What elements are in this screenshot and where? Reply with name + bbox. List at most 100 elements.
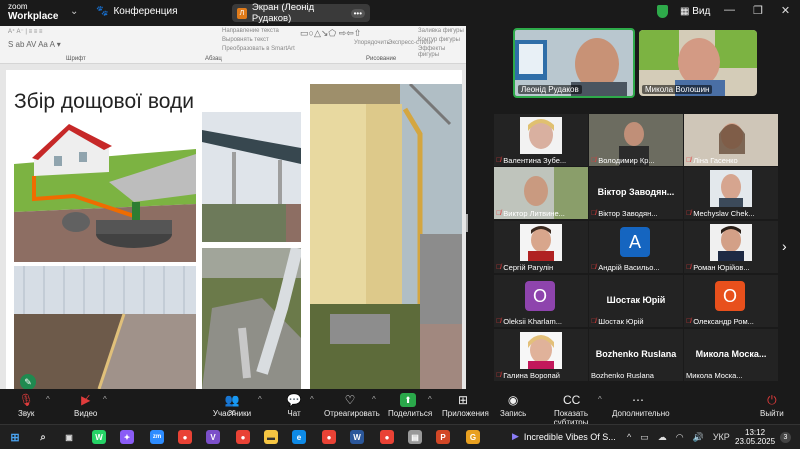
media-player-widget[interactable]: ▶ Incredible Vibes Of S... (512, 431, 616, 442)
file-explorer-icon[interactable]: ▬ (264, 430, 278, 444)
pipe-drain-photo (202, 248, 301, 389)
participant-tile[interactable]: O 🎙̸ Олександр Ром... (684, 275, 778, 327)
participant-display-name: Шостак Юрій (606, 295, 666, 305)
close-icon[interactable]: ✕ (781, 4, 790, 17)
video-label: Видео (74, 409, 98, 418)
participants-caret-icon[interactable]: ^ (258, 395, 262, 404)
captions-button[interactable]: CC Показать субтитры (540, 393, 602, 427)
participant-tile[interactable]: A 🎙̸ Андрій Васильо... (589, 221, 683, 273)
clock-time: 13:12 (745, 428, 766, 437)
participant-tile[interactable]: 🎙̸ Ліна Гасенко (684, 114, 778, 166)
user-initial-icon: Л (237, 7, 247, 19)
speaker-tile[interactable]: Микола Волошин (639, 30, 757, 96)
react-label: Отреагировать (324, 409, 380, 418)
wifi-icon[interactable]: ◠ (676, 432, 684, 443)
onedrive-icon[interactable]: ☁ (658, 432, 667, 443)
chrome-profile-icon[interactable]: ● (236, 430, 250, 444)
zoom-title-bar: zoom Workplace ⌄ 🐾 Конференция Л Экран (… (0, 0, 800, 26)
audio-options-caret-icon[interactable]: ^ (46, 395, 50, 404)
mic-muted-icon: 🎙̸ (686, 210, 692, 217)
restore-icon[interactable]: ❐ (753, 4, 763, 17)
tray-app-icon[interactable]: ▭ (640, 432, 649, 443)
view-menu[interactable]: ▦ Вид (680, 6, 710, 17)
ribbon-item-shape-fill[interactable]: Заливка фигуры (418, 28, 464, 34)
paw-icon: 🐾 (96, 6, 109, 17)
share-button[interactable]: ⬆ Поделиться (388, 393, 432, 418)
volume-icon[interactable]: 🔊 (693, 432, 704, 443)
task-view-icon[interactable]: ▣ (62, 430, 76, 444)
captions-caret-icon[interactable]: ^ (598, 395, 602, 404)
participant-tile[interactable]: 🎙̸ Виктор Литвине... (494, 167, 588, 219)
app-icon[interactable]: ▤ (408, 430, 422, 444)
speaker-tile-active[interactable]: Леонід Рудаков (513, 28, 635, 98)
video-button[interactable]: ▶̸ Видео (74, 393, 97, 418)
ribbon-item-shape-effects[interactable]: Эффекты фигуры (418, 46, 466, 58)
participant-tile[interactable]: Микола Моска... Микола Моска... (684, 329, 778, 381)
tray-up-arrow-icon[interactable]: ^ (627, 432, 631, 443)
record-button[interactable]: ◉ Запись (500, 393, 526, 418)
participant-tile[interactable]: 🎙̸ Сергій Рагулін (494, 221, 588, 273)
media-icon: ▶ (512, 431, 519, 441)
ribbon-item-align-text[interactable]: Выровнять текст (222, 37, 269, 43)
react-button[interactable]: ♡ Отреагировать (324, 393, 380, 418)
participant-tile[interactable]: O 🎙̸ Oleksii Kharlam... (494, 275, 588, 327)
chrome-extra-icon[interactable]: ● (380, 430, 394, 444)
participant-tile[interactable]: 🎙̸ Валентина Зубе... (494, 114, 588, 166)
participant-avatar: O (525, 281, 555, 311)
chrome-alt-icon[interactable]: ● (322, 430, 336, 444)
ribbon-format-buttons[interactable]: S ab AV Aa A ▾ (8, 40, 61, 49)
taskbar-clock[interactable]: 13:12 23.05.2025 (735, 428, 775, 446)
zoom-icon[interactable]: zm (150, 430, 164, 444)
conference-button[interactable]: 🐾 Конференция (96, 6, 178, 17)
participant-tile[interactable]: 🎙̸ Володимир Кр... (589, 114, 683, 166)
ribbon-item-smartart[interactable]: Преобразовать в SmartArt (222, 46, 295, 52)
more-options-button[interactable]: ••• (350, 8, 365, 18)
screen-share-indicator[interactable]: Л Экран (Леонід Рудаков) ••• (232, 2, 370, 24)
encryption-shield-icon[interactable] (657, 5, 668, 18)
next-page-arrow-icon[interactable]: › (782, 238, 787, 254)
chat-caret-icon[interactable]: ^ (310, 395, 314, 404)
notification-badge[interactable]: 3 (780, 432, 791, 443)
whatsapp-icon[interactable]: W (92, 430, 106, 444)
ribbon-item-arrange[interactable]: Упорядочить (354, 40, 390, 46)
audio-label: Звук (18, 409, 35, 418)
participants-button[interactable]: 👥36 Участники (212, 393, 252, 418)
copilot-icon[interactable]: ✦ (120, 430, 134, 444)
participant-tile[interactable]: Шостак Юрій 🎙̸ Шостак Юрій (589, 275, 683, 327)
participant-display-name: Микола Моска... (695, 349, 767, 359)
participant-tile[interactable]: Віктор Заводян... 🎙̸ Віктор Заводян... (589, 167, 683, 219)
participant-tile[interactable]: 🎙̸ Галина Воропай (494, 329, 588, 381)
ribbon-font-controls[interactable]: A⁺ A⁻ | ≡ ≡ ≡ (8, 28, 42, 35)
participant-tile[interactable]: 🎙̸ Mechyslav Chek... (684, 167, 778, 219)
react-caret-icon[interactable]: ^ (372, 395, 376, 404)
word-icon[interactable]: W (350, 430, 364, 444)
panel-resize-handle[interactable] (466, 214, 468, 232)
video-options-caret-icon[interactable]: ^ (103, 395, 107, 404)
chrome-icon[interactable]: ● (178, 430, 192, 444)
more-button[interactable]: ⋯ Дополнительно (612, 393, 670, 418)
viber-icon[interactable]: V (206, 430, 220, 444)
ribbon-group-paragraph: Абзац (205, 56, 222, 62)
leave-button[interactable]: ⏻ Выйти (760, 393, 784, 418)
ribbon-shapes-gallery[interactable]: ▭○△↘⬠ ⇨⇦⇧ (300, 28, 361, 39)
minimize-icon[interactable]: — (724, 4, 735, 17)
chat-button[interactable]: 💬 Чат (286, 393, 302, 418)
chevron-down-icon[interactable]: ⌄ (70, 6, 78, 17)
annotate-pen-button[interactable]: ✎ (20, 374, 36, 389)
ribbon-group-font: Шрифт (66, 56, 86, 62)
participant-tile[interactable]: 🎙̸ Роман Юрійов... (684, 221, 778, 273)
mic-muted-icon: 🎙̸ (686, 318, 692, 325)
audio-button[interactable]: 🎙 Звук (18, 393, 34, 418)
windows-start-icon[interactable]: ⊞ (8, 430, 22, 444)
ribbon-item-text-direction[interactable]: Направление текста (222, 28, 279, 34)
app-orange-icon[interactable]: G (466, 430, 480, 444)
ribbon-item-shape-outline[interactable]: Контур фигуры (418, 37, 460, 43)
apps-button[interactable]: ⊞ Приложения (442, 393, 489, 418)
edge-icon[interactable]: e (292, 430, 306, 444)
language-indicator[interactable]: УКР (713, 432, 730, 443)
participant-name: Oleksii Kharlam... (503, 317, 563, 326)
share-caret-icon[interactable]: ^ (428, 395, 432, 404)
search-icon[interactable]: ⌕ (36, 430, 50, 444)
powerpoint-icon[interactable]: P (436, 430, 450, 444)
participant-tile[interactable]: Bozhenko Ruslana Bozhenko Ruslana (589, 329, 683, 381)
